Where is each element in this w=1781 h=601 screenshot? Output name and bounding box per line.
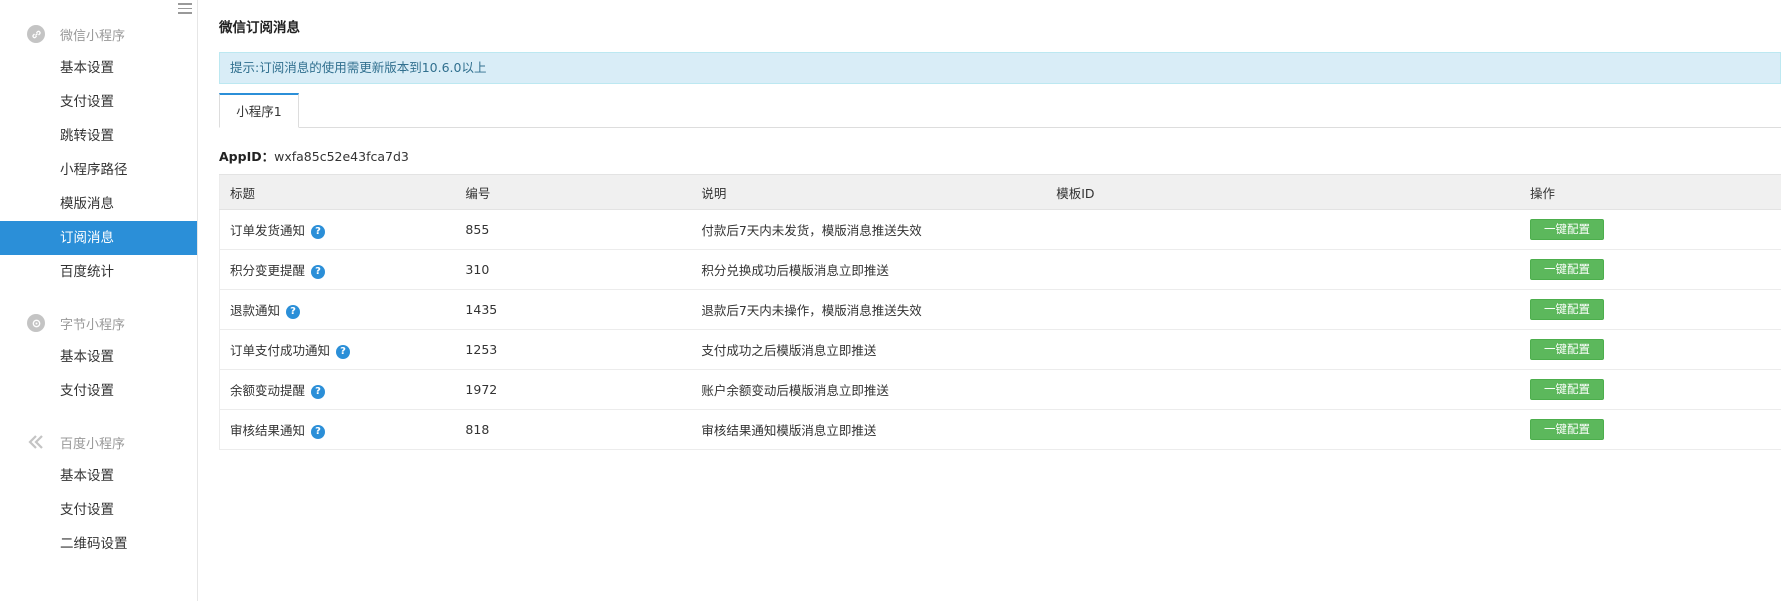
one-click-config-button[interactable]: 一键配置 [1530, 379, 1605, 400]
one-click-config-button[interactable]: 一键配置 [1530, 219, 1605, 240]
cell-template-id [1046, 369, 1521, 410]
sidebar-group-bytedance: 字节小程序 [0, 306, 197, 340]
cell-desc: 积分兑换成功后模版消息立即推送 [691, 249, 1047, 290]
sidebar-item-wechat-jump[interactable]: 跳转设置 [0, 119, 197, 153]
sidebar-item-bytedance-pay[interactable]: 支付设置 [0, 374, 197, 408]
info-tip: 提示:订阅消息的使用需更新版本到10.6.0以上 [219, 52, 1781, 84]
sidebar-item-wechat-path[interactable]: 小程序路径 [0, 153, 197, 187]
sidebar-item-baidu-basic[interactable]: 基本设置 [0, 459, 197, 493]
table-header-row: 标题 编号 说明 模板ID 操作 [219, 174, 1781, 210]
sidebar-group-label: 微信小程序 [60, 28, 126, 44]
help-icon[interactable]: ? [311, 384, 326, 399]
header-action: 操作 [1520, 174, 1781, 210]
cell-desc: 支付成功之后模版消息立即推送 [691, 329, 1047, 370]
sidebar-item-wechat-stats[interactable]: 百度统计 [0, 255, 197, 289]
one-click-config-button[interactable]: 一键配置 [1530, 419, 1605, 440]
cell-id: 818 [455, 409, 692, 450]
appid-value: wxfa85c52e43fca7d3 [274, 149, 409, 164]
sidebar-item-bytedance-basic[interactable]: 基本设置 [0, 340, 197, 374]
cell-action: 一键配置 [1520, 409, 1781, 450]
one-click-config-button[interactable]: 一键配置 [1530, 299, 1605, 320]
header-desc: 说明 [691, 174, 1047, 210]
sidebar-group-wechat: 微信小程序 [0, 17, 197, 51]
row-title: 订单发货通知 [230, 223, 306, 238]
header-template-id: 模板ID [1046, 174, 1521, 210]
row-title: 审核结果通知 [230, 423, 306, 438]
sidebar-group-label: 字节小程序 [60, 317, 126, 333]
table-row: 退款通知? 1435 退款后7天内未操作，模版消息推送失效 一键配置 [219, 289, 1781, 330]
cell-template-id [1046, 209, 1521, 250]
baidu-chevron-icon [27, 433, 45, 451]
cell-id: 1972 [455, 369, 692, 410]
cell-desc: 审核结果通知模版消息立即推送 [691, 409, 1047, 450]
help-icon[interactable]: ? [336, 344, 351, 359]
header-id: 编号 [455, 174, 692, 210]
header-title: 标题 [219, 174, 456, 210]
help-icon[interactable]: ? [286, 304, 301, 319]
appid-line: AppID：wxfa85c52e43fca7d3 [219, 146, 409, 165]
cell-template-id [1046, 329, 1521, 370]
help-icon[interactable]: ? [311, 424, 326, 439]
appid-label: AppID： [219, 149, 275, 164]
sidebar-item-wechat-pay[interactable]: 支付设置 [0, 85, 197, 119]
link-icon [27, 25, 45, 43]
cell-action: 一键配置 [1520, 249, 1781, 290]
cell-desc: 账户余额变动后模版消息立即推送 [691, 369, 1047, 410]
sidebar-item-wechat-template[interactable]: 模版消息 [0, 187, 197, 221]
table-row: 余额变动提醒? 1972 账户余额变动后模版消息立即推送 一键配置 [219, 369, 1781, 410]
cell-title: 审核结果通知? [219, 409, 456, 450]
cell-template-id [1046, 409, 1521, 450]
help-icon[interactable]: ? [311, 224, 326, 239]
cell-action: 一键配置 [1520, 329, 1781, 370]
cell-action: 一键配置 [1520, 209, 1781, 250]
one-click-config-button[interactable]: 一键配置 [1530, 259, 1605, 280]
cell-template-id [1046, 289, 1521, 330]
one-click-config-button[interactable]: 一键配置 [1530, 339, 1605, 360]
page-title: 微信订阅消息 [219, 20, 300, 36]
cell-title: 订单发货通知? [219, 209, 456, 250]
row-title: 余额变动提醒 [230, 383, 306, 398]
sidebar: 微信小程序 基本设置 支付设置 跳转设置 小程序路径 模版消息 订阅消息 百度统… [0, 0, 198, 601]
tab-miniprogram-1[interactable]: 小程序1 [219, 93, 299, 128]
cell-id: 1435 [455, 289, 692, 330]
cell-template-id [1046, 249, 1521, 290]
sidebar-item-baidu-qrcode[interactable]: 二维码设置 [0, 527, 197, 561]
menu-collapse-icon[interactable] [178, 3, 192, 15]
cell-title: 订单支付成功通知? [219, 329, 456, 370]
row-title: 订单支付成功通知 [230, 343, 331, 358]
row-title: 积分变更提醒 [230, 263, 306, 278]
table-row: 审核结果通知? 818 审核结果通知模版消息立即推送 一键配置 [219, 409, 1781, 450]
main-content: 微信订阅消息 提示:订阅消息的使用需更新版本到10.6.0以上 小程序1 App… [219, 0, 1781, 601]
table-row: 订单发货通知? 855 付款后7天内未发货，模版消息推送失效 一键配置 [219, 209, 1781, 250]
cell-title: 余额变动提醒? [219, 369, 456, 410]
cell-title: 退款通知? [219, 289, 456, 330]
sidebar-group-baidu: 百度小程序 [0, 425, 197, 459]
table-row: 订单支付成功通知? 1253 支付成功之后模版消息立即推送 一键配置 [219, 329, 1781, 370]
row-title: 退款通知 [230, 303, 281, 318]
cell-id: 310 [455, 249, 692, 290]
sidebar-item-baidu-pay[interactable]: 支付设置 [0, 493, 197, 527]
tab-bar: 小程序1 [219, 93, 1781, 128]
sidebar-item-wechat-subscribe[interactable]: 订阅消息 [0, 221, 197, 255]
help-icon[interactable]: ? [311, 264, 326, 279]
cell-desc: 退款后7天内未操作，模版消息推送失效 [691, 289, 1047, 330]
sidebar-item-wechat-basic[interactable]: 基本设置 [0, 51, 197, 85]
bytedance-icon [27, 314, 45, 332]
cell-id: 1253 [455, 329, 692, 370]
sidebar-group-label: 百度小程序 [60, 436, 126, 452]
cell-title: 积分变更提醒? [219, 249, 456, 290]
table-row: 积分变更提醒? 310 积分兑换成功后模版消息立即推送 一键配置 [219, 249, 1781, 290]
cell-action: 一键配置 [1520, 289, 1781, 330]
subscribe-message-table: 标题 编号 说明 模板ID 操作 订单发货通知? 855 付款后7天内未发货，模… [219, 174, 1781, 450]
cell-id: 855 [455, 209, 692, 250]
cell-action: 一键配置 [1520, 369, 1781, 410]
cell-desc: 付款后7天内未发货，模版消息推送失效 [691, 209, 1047, 250]
